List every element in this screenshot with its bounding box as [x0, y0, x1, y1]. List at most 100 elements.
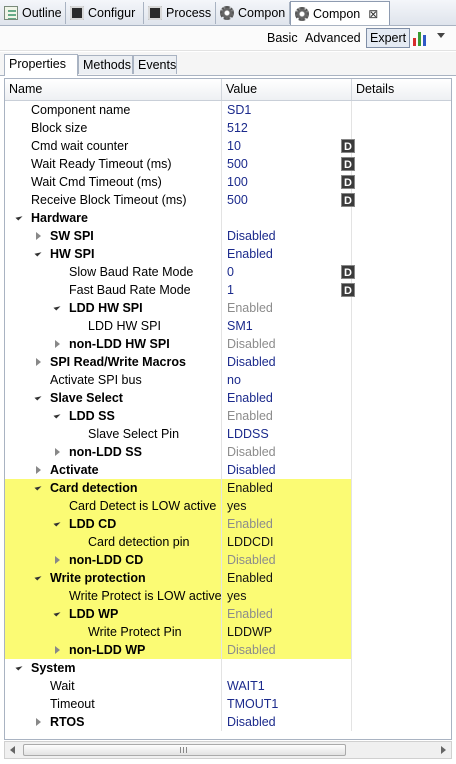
table-row[interactable]: Component name SD1 — [5, 101, 451, 119]
scrollbar-thumb[interactable] — [23, 744, 346, 756]
row-value-cell[interactable]: no — [222, 371, 352, 389]
column-header-name[interactable]: Name — [5, 79, 222, 100]
table-row[interactable]: LDD SS Enabled — [5, 407, 451, 425]
bar-chart-icon[interactable] — [412, 30, 430, 46]
table-row[interactable]: SPI Read/Write Macros Disabled — [5, 353, 451, 371]
row-value-cell[interactable]: Enabled — [222, 299, 352, 317]
table-row[interactable]: Activate Disabled — [5, 461, 451, 479]
row-value-cell[interactable]: Disabled — [222, 227, 352, 245]
row-value-cell[interactable]: LDDCDI — [222, 533, 352, 551]
advanced-button[interactable]: Advanced — [302, 29, 364, 47]
row-value-cell[interactable]: Disabled — [222, 641, 352, 659]
row-value-cell[interactable]: TMOUT1 — [222, 695, 352, 713]
table-row[interactable]: non-LDD SS Disabled — [5, 443, 451, 461]
row-value-cell[interactable]: 500 D — [222, 191, 355, 209]
collapse-triangle-icon[interactable] — [53, 519, 61, 527]
row-value-cell[interactable]: Enabled — [222, 389, 352, 407]
row-value-cell[interactable]: Disabled — [222, 461, 352, 479]
table-row[interactable]: Slave Select Enabled — [5, 389, 451, 407]
column-header-value[interactable]: Value — [222, 79, 352, 100]
row-value-cell[interactable]: Disabled — [222, 443, 352, 461]
expand-triangle-icon[interactable] — [55, 340, 60, 348]
row-value-cell[interactable]: Enabled — [222, 407, 352, 425]
tab-component-1[interactable]: Compon — [216, 2, 290, 24]
view-menu-chevron-icon[interactable] — [437, 33, 445, 38]
table-row[interactable]: Fast Baud Rate Mode 1 D — [5, 281, 451, 299]
table-row[interactable]: LDD HW SPI Enabled — [5, 299, 451, 317]
table-row[interactable]: Block size 512 — [5, 119, 451, 137]
row-value-cell[interactable]: Disabled — [222, 713, 352, 731]
table-row[interactable]: LDD HW SPI SM1 — [5, 317, 451, 335]
table-row[interactable]: Timeout TMOUT1 — [5, 695, 451, 713]
row-value-cell[interactable]: SD1 — [222, 101, 352, 119]
scroll-left-arrow-icon[interactable] — [10, 746, 15, 754]
expand-triangle-icon[interactable] — [36, 232, 41, 240]
table-row[interactable]: Wait WAIT1 — [5, 677, 451, 695]
tab-configuration[interactable]: Configur — [66, 2, 144, 24]
table-row[interactable]: non-LDD CD Disabled — [5, 551, 451, 569]
collapse-triangle-icon[interactable] — [34, 249, 42, 257]
basic-button[interactable]: Basic — [264, 29, 301, 47]
tab-process[interactable]: Process — [144, 2, 216, 24]
row-value-cell[interactable]: Disabled — [222, 551, 352, 569]
row-value-cell[interactable]: Enabled — [222, 479, 352, 497]
collapse-triangle-icon[interactable] — [34, 483, 42, 491]
expand-triangle-icon[interactable] — [36, 358, 41, 366]
table-row[interactable]: LDD WP Enabled — [5, 605, 451, 623]
row-value-cell[interactable]: Enabled — [222, 569, 352, 587]
row-value-cell[interactable]: Enabled — [222, 245, 352, 263]
table-row[interactable]: Receive Block Timeout (ms) 500 D — [5, 191, 451, 209]
scroll-right-arrow-icon[interactable] — [441, 746, 446, 754]
row-value-cell[interactable]: yes — [222, 587, 352, 605]
tab-events[interactable]: Events — [133, 55, 177, 74]
collapse-triangle-icon[interactable] — [53, 609, 61, 617]
table-row[interactable]: RTOS Disabled — [5, 713, 451, 731]
row-value-cell[interactable]: Enabled — [222, 515, 352, 533]
row-value-cell[interactable]: Disabled — [222, 335, 352, 353]
expand-triangle-icon[interactable] — [55, 448, 60, 456]
row-value-cell[interactable] — [222, 209, 352, 227]
row-value-cell[interactable]: Enabled — [222, 605, 352, 623]
row-value-cell[interactable]: Disabled — [222, 353, 352, 371]
collapse-triangle-icon[interactable] — [15, 663, 23, 671]
tab-component-active[interactable]: Compon ⊠ — [290, 1, 390, 25]
horizontal-scrollbar[interactable] — [4, 741, 452, 759]
table-row[interactable]: Hardware — [5, 209, 451, 227]
tab-methods[interactable]: Methods — [78, 55, 133, 74]
row-value-cell[interactable]: yes — [222, 497, 352, 515]
table-row[interactable]: LDD CD Enabled — [5, 515, 451, 533]
table-row[interactable]: Slow Baud Rate Mode 0 D — [5, 263, 451, 281]
expand-triangle-icon[interactable] — [55, 556, 60, 564]
collapse-triangle-icon[interactable] — [53, 411, 61, 419]
row-value-cell[interactable]: WAIT1 — [222, 677, 352, 695]
table-row[interactable]: Cmd wait counter 10 D — [5, 137, 451, 155]
table-row[interactable]: SW SPI Disabled — [5, 227, 451, 245]
table-row[interactable]: non-LDD WP Disabled — [5, 641, 451, 659]
collapse-triangle-icon[interactable] — [15, 213, 23, 221]
table-row[interactable]: Wait Cmd Timeout (ms) 100 D — [5, 173, 451, 191]
row-value-cell[interactable]: 512 — [222, 119, 352, 137]
expand-triangle-icon[interactable] — [36, 466, 41, 474]
close-icon[interactable]: ⊠ — [368, 7, 378, 21]
collapse-triangle-icon[interactable] — [34, 573, 42, 581]
collapse-triangle-icon[interactable] — [53, 303, 61, 311]
expand-triangle-icon[interactable] — [55, 646, 60, 654]
row-value-cell[interactable]: 500 D — [222, 155, 355, 173]
expand-triangle-icon[interactable] — [36, 718, 41, 726]
row-value-cell[interactable]: 10 D — [222, 137, 355, 155]
tab-properties[interactable]: Properties — [4, 54, 78, 76]
table-row[interactable]: Write Protect Pin LDDWP — [5, 623, 451, 641]
table-row[interactable]: Write Protect is LOW active yes — [5, 587, 451, 605]
row-value-cell[interactable] — [222, 659, 352, 677]
table-row[interactable]: HW SPI Enabled — [5, 245, 451, 263]
row-value-cell[interactable]: LDDSS — [222, 425, 352, 443]
collapse-triangle-icon[interactable] — [34, 393, 42, 401]
table-row[interactable]: Activate SPI bus no — [5, 371, 451, 389]
row-value-cell[interactable]: 1D — [222, 281, 355, 299]
table-row[interactable]: non-LDD HW SPI Disabled — [5, 335, 451, 353]
expert-button[interactable]: Expert — [366, 28, 411, 48]
table-row[interactable]: Card detection Enabled — [5, 479, 451, 497]
column-header-details[interactable]: Details — [352, 79, 451, 100]
table-row[interactable]: System — [5, 659, 451, 677]
row-value-cell[interactable]: 0D — [222, 263, 355, 281]
